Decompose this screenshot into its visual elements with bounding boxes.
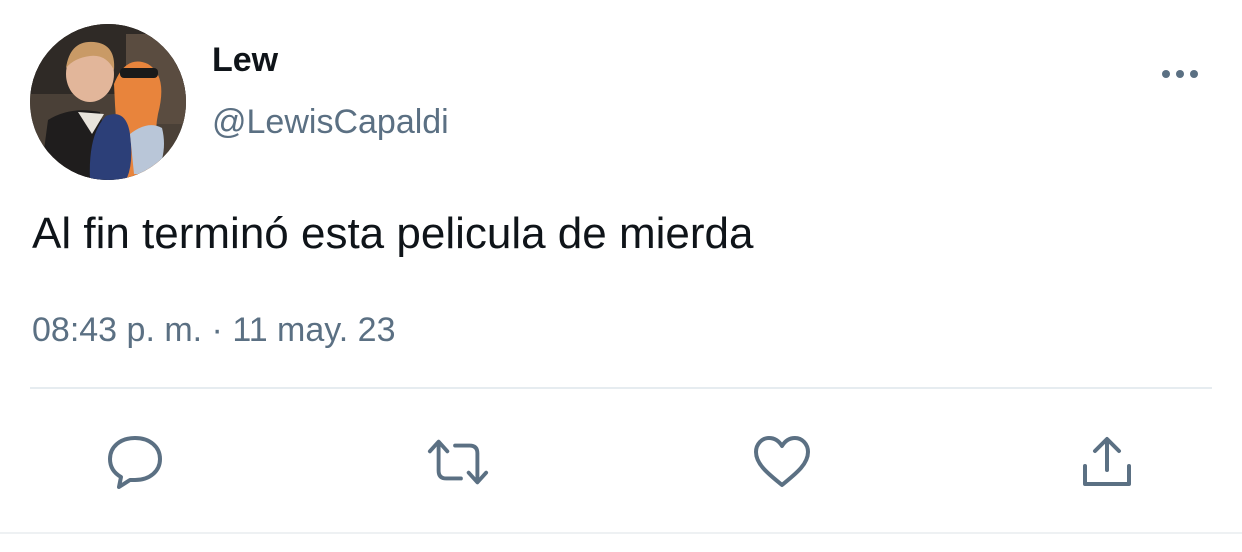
reply-button[interactable] (103, 432, 167, 492)
avatar[interactable] (30, 24, 186, 180)
tweet-timestamp[interactable]: 08:43 p. m. · 11 may. 23 (32, 310, 395, 350)
share-button[interactable] (1075, 432, 1139, 492)
share-icon (1083, 437, 1131, 486)
more-dot-icon (1190, 70, 1198, 78)
divider (30, 387, 1212, 389)
bottom-divider (0, 532, 1242, 534)
retweet-icon (427, 439, 489, 485)
tweet-text: Al fin terminó esta pelicula de mierda (32, 209, 754, 258)
tweet-card: Lew @LewisCapaldi Al fin terminó esta pe… (0, 0, 1242, 552)
more-options-button[interactable] (1150, 54, 1210, 94)
display-name[interactable]: Lew (212, 40, 278, 80)
like-button[interactable] (750, 432, 814, 492)
user-handle[interactable]: @LewisCapaldi (212, 102, 449, 142)
more-dot-icon (1176, 70, 1184, 78)
retweet-button[interactable] (426, 432, 490, 492)
more-dot-icon (1162, 70, 1170, 78)
avatar-photo (30, 24, 186, 180)
reply-icon (108, 436, 162, 489)
heart-icon (754, 436, 810, 487)
